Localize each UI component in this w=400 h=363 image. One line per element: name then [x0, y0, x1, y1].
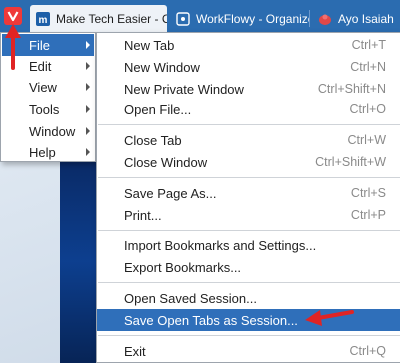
- menu-separator: [98, 282, 400, 283]
- vivaldi-menu-button[interactable]: [4, 7, 22, 25]
- menu-item-open-file[interactable]: Open File... Ctrl+O: [97, 98, 400, 120]
- menu-separator: [98, 124, 400, 125]
- menu-item-open-saved-session[interactable]: Open Saved Session...: [97, 287, 400, 309]
- menu-file[interactable]: File: [2, 34, 94, 56]
- main-menu: File Edit View Tools Window Help: [0, 32, 96, 162]
- submenu-arrow-icon: [86, 41, 90, 49]
- menu-item-exit[interactable]: Exit Ctrl+Q: [97, 340, 400, 362]
- submenu-arrow-icon: [86, 148, 90, 156]
- menu-window[interactable]: Window: [2, 120, 94, 142]
- mte-icon: m: [36, 11, 50, 26]
- menu-separator: [98, 335, 400, 336]
- shortcut: Ctrl+O: [349, 102, 386, 116]
- shortcut: Ctrl+Shift+W: [315, 155, 386, 169]
- menu-tools[interactable]: Tools: [2, 98, 94, 120]
- shortcut: Ctrl+T: [351, 38, 386, 52]
- menu-item-export-bookmarks[interactable]: Export Bookmarks...: [97, 256, 400, 278]
- menu-label: Edit: [29, 58, 52, 74]
- menu-separator: [98, 177, 400, 178]
- workflowy-icon: [176, 11, 190, 26]
- shortcut: Ctrl+S: [350, 186, 386, 200]
- submenu-arrow-icon: [86, 105, 90, 113]
- menu-label: Window: [29, 123, 76, 139]
- menu-label: File: [29, 37, 50, 53]
- menu-label: Tools: [29, 101, 60, 117]
- menu-separator: [98, 230, 400, 231]
- submenu-arrow-icon: [86, 83, 90, 91]
- menu-item-print[interactable]: Print... Ctrl+P: [97, 204, 400, 226]
- svg-text:m: m: [39, 15, 48, 26]
- tab-ayo-isaiah[interactable]: Ayo Isaiah: [312, 5, 400, 32]
- menu-label: Help: [29, 144, 56, 160]
- file-submenu: New Tab Ctrl+T New Window Ctrl+N New Pri…: [96, 32, 400, 363]
- menu-help[interactable]: Help: [2, 141, 94, 163]
- tab-title: Make Tech Easier - Compu: [56, 11, 167, 26]
- menu-item-save-page-as[interactable]: Save Page As... Ctrl+S: [97, 182, 400, 204]
- menu-view[interactable]: View: [2, 76, 94, 98]
- shortcut: Ctrl+Q: [349, 344, 386, 358]
- tab-title: Ayo Isaiah: [338, 11, 394, 26]
- shortcut: Ctrl+W: [347, 133, 386, 147]
- tab-bar: m Make Tech Easier - Compu WorkFlowy - O…: [0, 0, 400, 32]
- menu-item-new-private-window[interactable]: New Private Window Ctrl+Shift+N: [97, 78, 400, 100]
- shortcut: Ctrl+Shift+N: [317, 82, 386, 96]
- menu-item-import-bookmarks[interactable]: Import Bookmarks and Settings...: [97, 234, 400, 256]
- menu-item-close-tab[interactable]: Close Tab Ctrl+W: [97, 129, 400, 151]
- tab-workflowy[interactable]: WorkFlowy - Organize yo: [170, 5, 310, 32]
- menu-item-new-tab[interactable]: New Tab Ctrl+T: [97, 34, 400, 56]
- menu-item-new-window[interactable]: New Window Ctrl+N: [97, 56, 400, 78]
- tab-make-tech-easier[interactable]: m Make Tech Easier - Compu: [30, 5, 167, 32]
- submenu-arrow-icon: [86, 62, 90, 70]
- vivaldi-logo-icon: [7, 11, 19, 22]
- menu-item-save-open-tabs-as-session[interactable]: Save Open Tabs as Session...: [97, 309, 400, 331]
- menu-label: View: [29, 79, 57, 95]
- shortcut: Ctrl+P: [350, 208, 386, 222]
- menu-item-close-window[interactable]: Close Window Ctrl+Shift+W: [97, 151, 400, 173]
- submenu-arrow-icon: [86, 127, 90, 135]
- menu-edit[interactable]: Edit: [2, 55, 94, 77]
- profile-icon: [318, 12, 332, 26]
- shortcut: Ctrl+N: [350, 60, 386, 74]
- tab-title: WorkFlowy - Organize yo: [196, 11, 310, 26]
